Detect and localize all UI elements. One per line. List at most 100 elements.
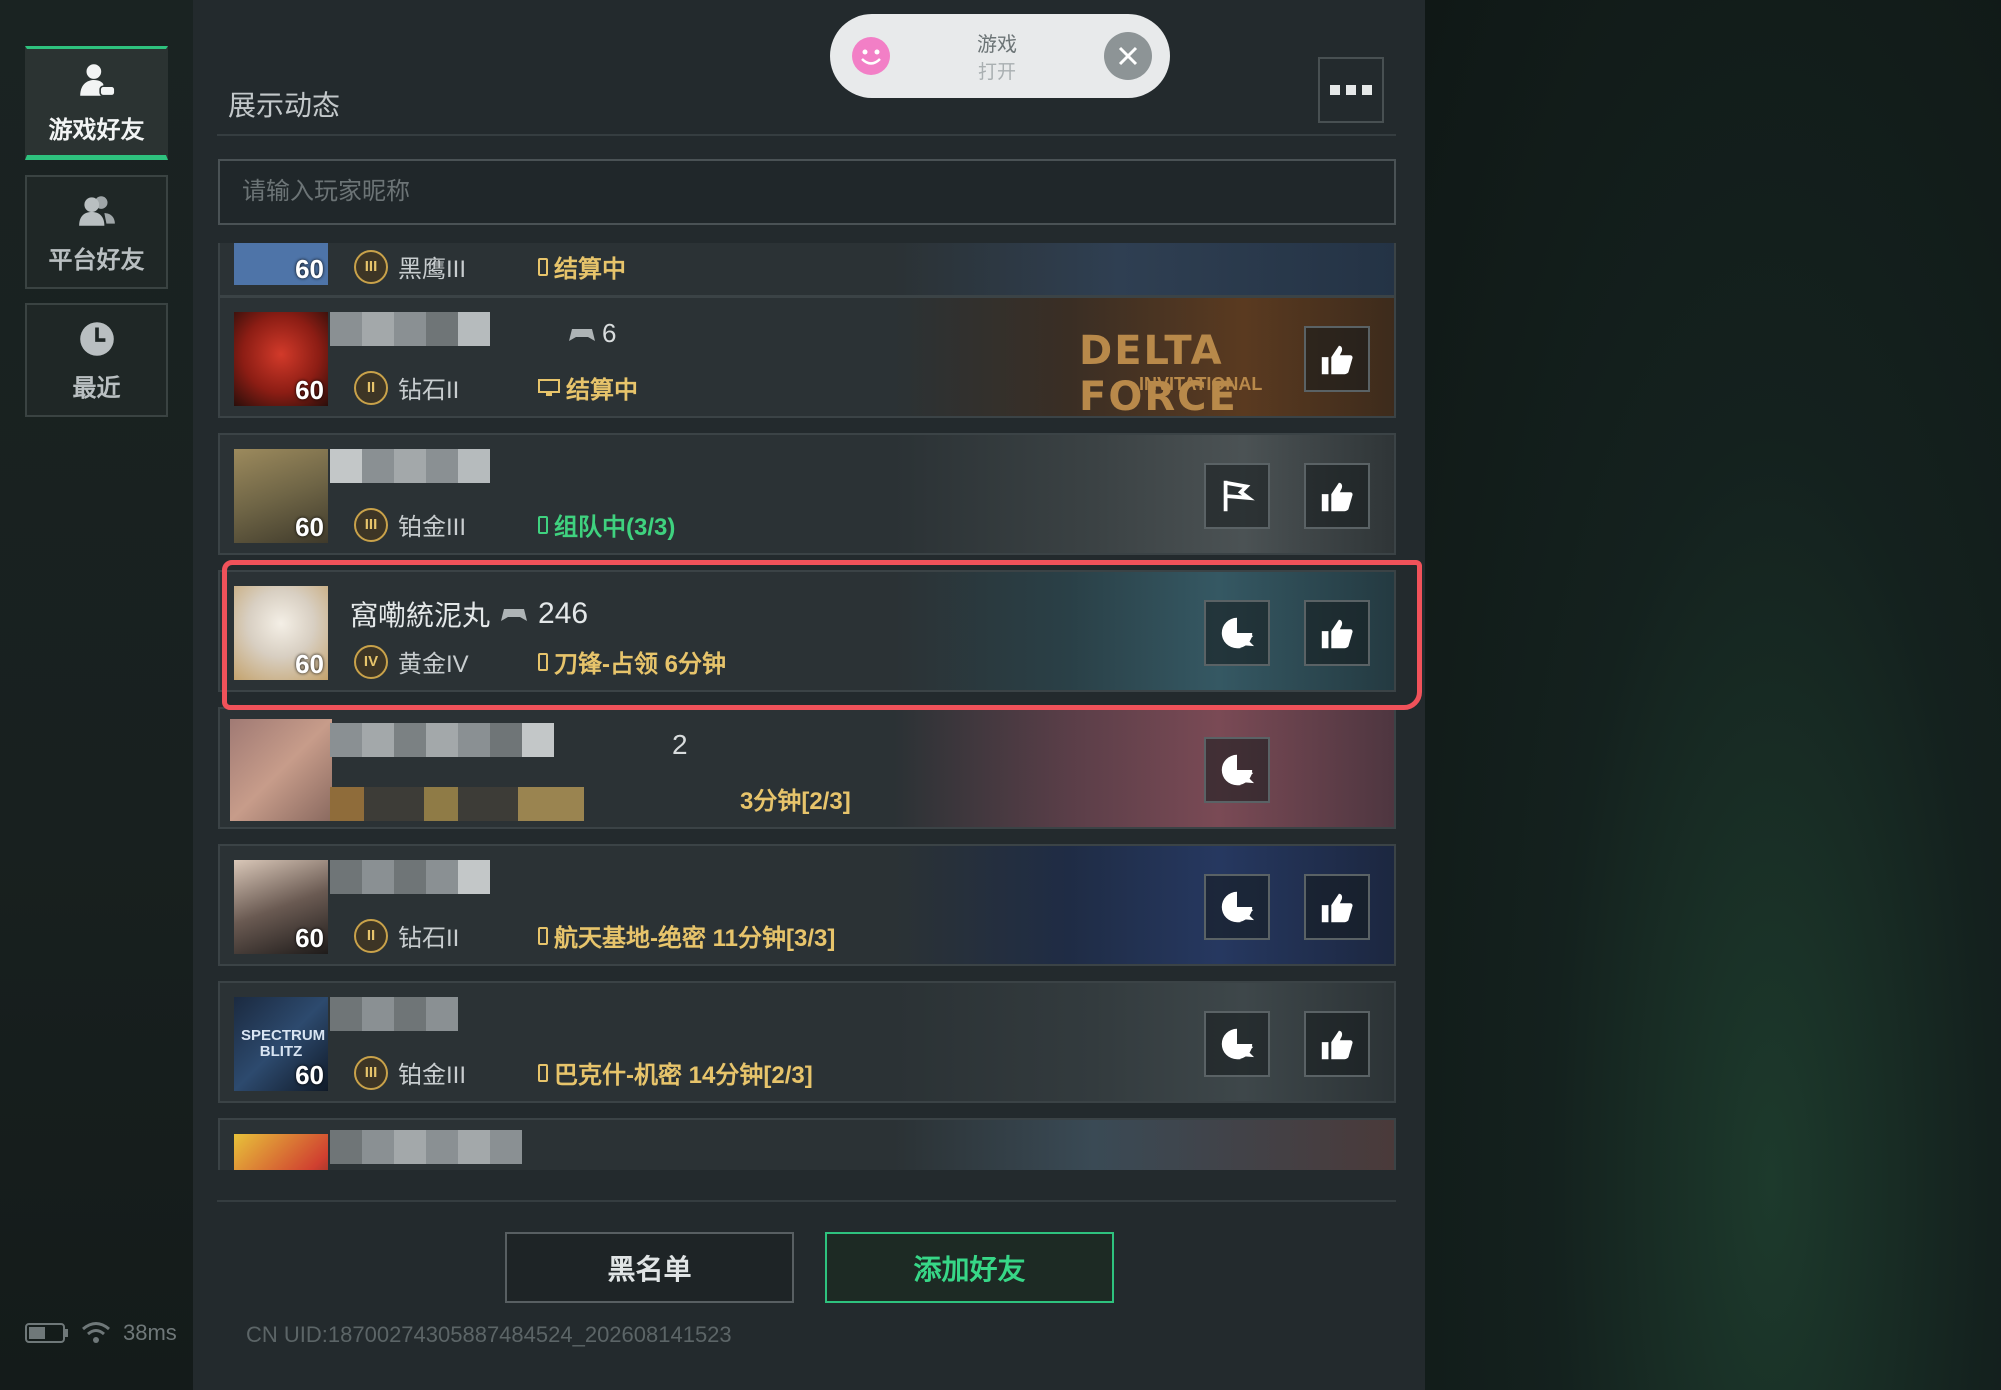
status-text-wrap: 结算中 xyxy=(538,370,638,405)
game-friends-icon xyxy=(79,63,116,96)
flag-icon xyxy=(1223,480,1255,512)
page-title: 展示动态 xyxy=(228,90,341,121)
spectate-button[interactable] xyxy=(1204,600,1270,666)
wifi-icon xyxy=(82,1322,110,1343)
mosaic-cell xyxy=(426,1130,458,1164)
rank-badge-icon: III xyxy=(354,249,388,284)
tab-label: 平台好友 xyxy=(48,246,145,274)
rank-badge-icon: III xyxy=(354,507,388,542)
battery-icon xyxy=(25,1323,68,1343)
friend-list[interactable]: 60 III 黑鹰III 结算中 DELTA FORCE INVITATIONA… xyxy=(218,243,1398,1170)
mosaic-cell xyxy=(522,723,554,757)
dot xyxy=(1346,85,1356,95)
blurred-status xyxy=(330,787,584,821)
mosaic-cell xyxy=(330,787,364,821)
avatar xyxy=(234,1134,328,1170)
search-input[interactable] xyxy=(242,178,1372,206)
thumbs-up-icon xyxy=(1321,345,1353,375)
toast-text: 游戏 打开 xyxy=(977,28,1017,84)
friends-panel: 展示动态 60 III 黑鹰III 结算中 DELTA FORCE xyxy=(193,0,1425,1390)
mosaic-cell xyxy=(394,1130,426,1164)
friend-row-highlighted[interactable]: 60 窩嘞統泥丸 246 IV 黄金IV 刀锋-占领 6分钟 xyxy=(218,570,1396,692)
tab-recent[interactable]: 最近 xyxy=(25,303,168,417)
friend-row[interactable] xyxy=(218,1118,1396,1170)
blacklist-button[interactable]: 黑名单 xyxy=(505,1232,794,1303)
status-text: 航天基地-绝密 11分钟[3/3] xyxy=(554,925,836,952)
count-text: 246 xyxy=(538,597,589,630)
game-background xyxy=(1425,0,2001,1390)
search-field[interactable] xyxy=(218,159,1396,225)
rank-text: 黄金IV xyxy=(398,651,469,678)
spectate-button[interactable] xyxy=(1204,1011,1270,1077)
spectate-button[interactable] xyxy=(1204,874,1270,940)
thumbs-up-icon xyxy=(1321,482,1353,512)
mosaic-cell xyxy=(394,723,426,757)
mosaic-cell xyxy=(330,449,362,483)
mosaic-cell xyxy=(362,997,394,1031)
blurred-name xyxy=(330,860,490,894)
blurred-name xyxy=(330,1130,522,1164)
tab-label: 游戏好友 xyxy=(48,116,145,144)
mosaic-cell xyxy=(362,449,394,483)
level-text: 60 xyxy=(295,923,324,953)
status-text-wrap: 3分钟[2/3] xyxy=(740,781,851,816)
mosaic-cell xyxy=(490,723,522,757)
friend-row[interactable]: 60 III 黑鹰III 结算中 xyxy=(218,243,1396,297)
avatar: 60 xyxy=(234,586,328,680)
tab-platform-friends[interactable]: 平台好友 xyxy=(25,175,168,289)
mosaic-cell xyxy=(330,312,362,346)
toast-title: 游戏 xyxy=(977,34,1017,56)
more-options-button[interactable] xyxy=(1318,57,1384,123)
count-text: 2 xyxy=(672,729,688,760)
mosaic-cell xyxy=(394,860,426,894)
spectate-button[interactable] xyxy=(1204,463,1270,529)
rank: III 黑鹰III xyxy=(354,249,466,284)
status-text: 结算中 xyxy=(554,256,626,283)
mosaic-cell xyxy=(362,723,394,757)
status-text: 刀锋-占领 6分钟 xyxy=(554,651,727,678)
smiley-icon xyxy=(852,37,890,75)
mosaic-cell xyxy=(330,997,362,1031)
mosaic-cell xyxy=(426,723,458,757)
spectate-button[interactable] xyxy=(1204,737,1270,803)
level-text: 60 xyxy=(295,649,324,679)
friend-row[interactable]: 2 3分钟[2/3] xyxy=(218,707,1396,829)
controller-icon xyxy=(569,328,595,341)
rank-badge-icon: II xyxy=(354,918,388,953)
status-text-wrap: 刀锋-占领 6分钟 xyxy=(538,644,726,679)
like-button[interactable] xyxy=(1304,874,1370,940)
friend-row[interactable]: 60 II 钻石II 航天基地-绝密 11分钟[3/3] xyxy=(218,844,1396,966)
count-wrap: 6 xyxy=(568,318,616,349)
player-name: 窩嘞統泥丸 xyxy=(350,600,491,631)
spectate-icon xyxy=(1221,1028,1255,1060)
friend-row[interactable]: 60 III 铂金III 组队中(3/3) xyxy=(218,433,1396,555)
like-button[interactable] xyxy=(1304,326,1370,392)
rank-badge-icon: IV xyxy=(354,644,388,679)
like-button[interactable] xyxy=(1304,600,1370,666)
mosaic-cell xyxy=(458,1130,490,1164)
dot xyxy=(1330,85,1340,95)
game-toast[interactable]: 游戏 打开 xyxy=(830,14,1170,98)
spectate-icon xyxy=(1221,617,1255,649)
row-background xyxy=(894,1120,1394,1170)
mosaic-cell xyxy=(330,1130,362,1164)
mosaic-cell xyxy=(394,312,426,346)
add-friend-button[interactable]: 添加好友 xyxy=(825,1232,1114,1303)
like-button[interactable] xyxy=(1304,463,1370,529)
friend-row[interactable]: DELTA FORCE INVITATIONAL 60 6 II 钻石II 结算… xyxy=(218,296,1396,418)
mosaic-cell xyxy=(330,723,362,757)
status-text: 3分钟[2/3] xyxy=(740,788,851,815)
mosaic-cell xyxy=(362,312,394,346)
level-text: 60 xyxy=(295,254,324,284)
tab-game-friends[interactable]: 游戏好友 xyxy=(25,46,168,160)
rank-text: 黑鹰III xyxy=(398,256,467,283)
friend-row[interactable]: SPECTRUM BLITZ 60 III 铂金III 巴克什-机密 14分钟[… xyxy=(218,981,1396,1103)
mosaic-cell xyxy=(426,997,458,1031)
like-button[interactable] xyxy=(1304,1011,1370,1077)
rank-badge-icon: II xyxy=(354,370,388,405)
rank-text: 钻石II xyxy=(398,377,460,404)
scene-subtitle: INVITATIONAL xyxy=(1139,374,1263,394)
close-button[interactable] xyxy=(1104,32,1152,80)
blurred-name xyxy=(330,312,490,346)
spectate-icon xyxy=(1221,754,1255,786)
